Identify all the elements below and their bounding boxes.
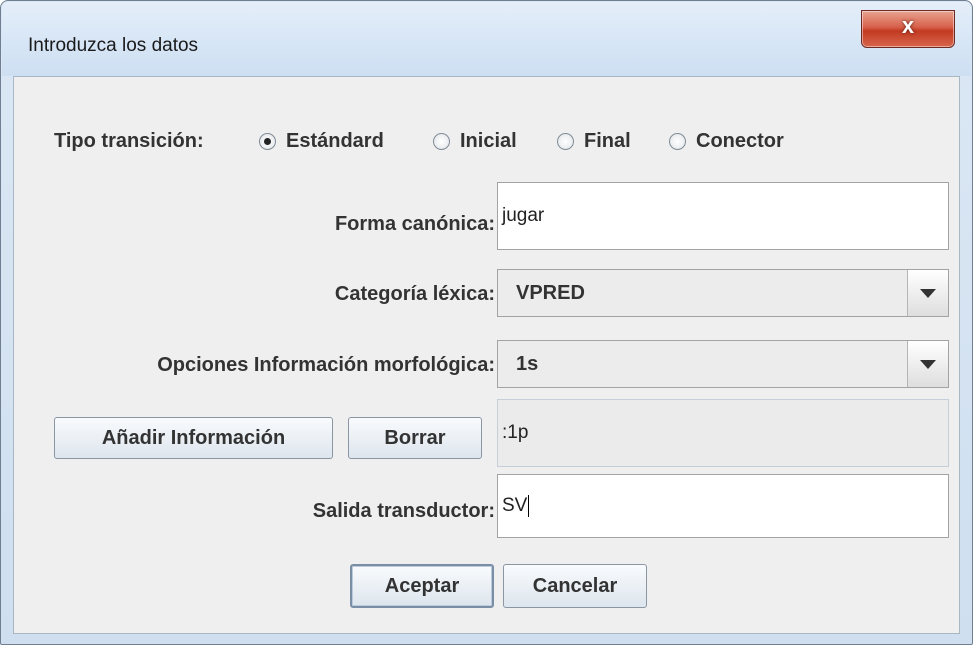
radio-label: Estándard <box>286 129 384 152</box>
radio-unselected-icon <box>433 132 450 150</box>
borrar-button[interactable]: Borrar <box>348 417 482 459</box>
radio-unselected-icon <box>669 132 686 150</box>
radio-selected-icon <box>259 132 276 150</box>
radio-unselected-icon <box>557 132 574 150</box>
chevron-down-icon[interactable] <box>907 270 948 316</box>
tipo-transicion-label: Tipo transición: <box>54 130 204 152</box>
radio-estandard[interactable]: Estándard <box>259 128 384 154</box>
radio-label: Inicial <box>460 129 517 152</box>
close-icon: x <box>901 13 915 38</box>
dropdown-value: 1s <box>516 353 539 375</box>
chevron-down-icon[interactable] <box>907 341 948 387</box>
dropdown-value: VPRED <box>516 282 585 304</box>
salida-transductor-value: SV <box>502 495 528 516</box>
aceptar-button[interactable]: Aceptar <box>350 564 494 608</box>
salida-transductor-label: Salida transductor: <box>312 500 495 522</box>
radio-conector[interactable]: Conector <box>669 128 784 154</box>
forma-canonica-field[interactable]: jugar <box>497 182 949 250</box>
radio-inicial[interactable]: Inicial <box>433 128 517 154</box>
window-title: Introduzca los datos <box>28 35 199 56</box>
text-cursor <box>528 495 530 517</box>
opciones-morfologica-label: Opciones Información morfológica: <box>157 354 495 376</box>
opciones-morfologica-dropdown[interactable]: 1s <box>497 340 949 388</box>
form-panel: Tipo transición: Estándard Inicial Final… <box>13 76 960 634</box>
categoria-lexica-dropdown[interactable]: VPRED <box>497 269 949 317</box>
radio-label: Final <box>584 129 631 152</box>
close-button[interactable]: x <box>861 10 955 48</box>
title-bar[interactable]: Introduzca los datos x <box>2 2 971 76</box>
informacion-morfologica-display: :1p <box>497 399 949 467</box>
salida-transductor-field[interactable]: SV <box>497 474 949 538</box>
anadir-informacion-button[interactable]: Añadir Información <box>54 417 333 459</box>
radio-final[interactable]: Final <box>557 128 631 154</box>
radio-label: Conector <box>696 129 784 152</box>
cancelar-button[interactable]: Cancelar <box>503 564 647 608</box>
forma-canonica-label: Forma canónica: <box>334 213 495 235</box>
categoria-lexica-label: Categoría léxica: <box>334 283 495 305</box>
dialog-window: Introduzca los datos x Tipo transición: … <box>0 0 973 645</box>
